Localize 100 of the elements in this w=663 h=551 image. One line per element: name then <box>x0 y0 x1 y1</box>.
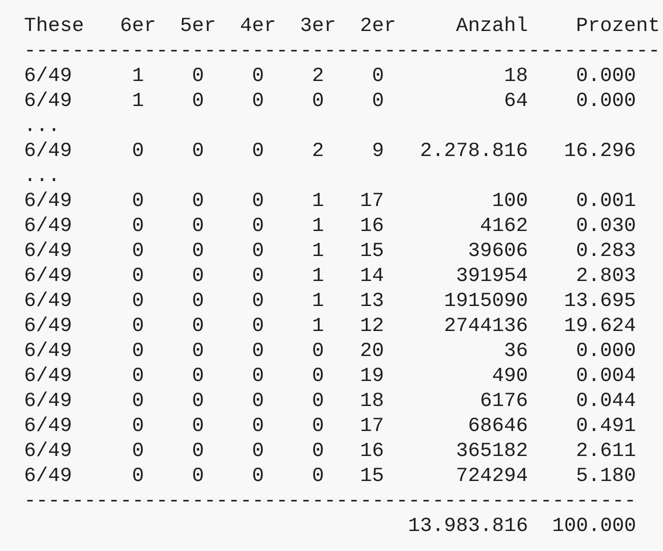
table-cell-text: 6/49 <box>24 389 74 414</box>
table-cell-text: 0 <box>190 64 204 89</box>
table-cell-text: 1 <box>310 189 324 214</box>
table-cell-text: 0 <box>370 89 384 114</box>
table-cell-text: 0 <box>190 364 204 389</box>
table-cell-text: 6/49 <box>24 264 74 289</box>
table-cell-text: 1 <box>310 239 324 264</box>
table-cell-text: 0.004 <box>575 364 636 389</box>
table-cell-text: 16 <box>358 214 384 239</box>
table-cell-text: 0 <box>310 389 324 414</box>
table-cell-text: 0 <box>130 339 144 364</box>
table-cell-text: 15 <box>358 239 384 264</box>
table-cell-text: 0 <box>250 289 264 314</box>
table-cell-text: 6/49 <box>24 289 74 314</box>
table-cell-text: 0.000 <box>575 64 636 89</box>
table-cell-text: 1 <box>310 264 324 289</box>
table-cell-text: 0 <box>190 89 204 114</box>
table-cell-text: 17 <box>358 189 384 214</box>
column-header: 2er <box>358 14 396 39</box>
table-cell-text: 0.001 <box>575 189 636 214</box>
column-header: Prozent <box>575 14 660 39</box>
table-cell-text: 1 <box>130 64 144 89</box>
column-header: These <box>24 14 84 39</box>
table-cell-text: 18 <box>358 389 384 414</box>
table-cell-text: 0 <box>130 314 144 339</box>
total-cell-text: 100.000 <box>551 514 636 539</box>
table-cell-text: 1 <box>310 214 324 239</box>
table-cell-text: 39606 <box>467 239 528 264</box>
table-cell-text: 6/49 <box>24 189 74 214</box>
table-cell-text: 1 <box>310 289 324 314</box>
table-cell-text: 100 <box>491 189 528 214</box>
table-cell-text: 0 <box>130 389 144 414</box>
table-cell-text: 1915090 <box>443 289 528 314</box>
table-cell-text: 6/49 <box>24 339 74 364</box>
table-cell-text: 0 <box>130 289 144 314</box>
table-cell-text: 0 <box>190 264 204 289</box>
table-cell-text: 6176 <box>479 389 528 414</box>
table-cell-text: 19 <box>358 364 384 389</box>
table-cell-text: 0 <box>130 239 144 264</box>
table-cell-text: 0 <box>250 214 264 239</box>
table-cell-text: 391954 <box>455 264 528 289</box>
table-cell-text: 6/49 <box>24 464 74 489</box>
table-cell-text: 0 <box>250 414 264 439</box>
table-cell-text: 0 <box>190 139 204 164</box>
table-cell-text: 13.695 <box>563 289 636 314</box>
table-cell-text: 0 <box>310 339 324 364</box>
table-cell-text: 0 <box>370 64 384 89</box>
table-cell-text: 68646 <box>467 414 528 439</box>
table-cell-text: 0 <box>250 314 264 339</box>
table-cell-text: 6/49 <box>24 64 74 89</box>
column-header: 3er <box>298 14 336 39</box>
table-cell-text: 0 <box>130 189 144 214</box>
table-cell-text: 0 <box>250 64 264 89</box>
table-cell-text: 0 <box>190 289 204 314</box>
table-cell-text: 0 <box>130 139 144 164</box>
table-cell-text: 6/49 <box>24 439 74 464</box>
table-cell-text: 16 <box>358 439 384 464</box>
ellipsis-text: ... <box>24 164 60 189</box>
table-cell-text: 0 <box>310 464 324 489</box>
table-cell-text: 15 <box>358 464 384 489</box>
table-cell-text: 0 <box>190 239 204 264</box>
table-cell-text: 13 <box>358 289 384 314</box>
table-cell-text: 0 <box>250 139 264 164</box>
table-cell-text: 0 <box>130 264 144 289</box>
table-cell-text: 0 <box>310 439 324 464</box>
table-cell-text: 6/49 <box>24 139 74 164</box>
table-cell-text: 20 <box>358 339 384 364</box>
table-cell-text: 6/49 <box>24 214 74 239</box>
table-cell-text: 0 <box>190 339 204 364</box>
table-cell-text: 2744136 <box>443 314 528 339</box>
table-cell-text: 5.180 <box>575 464 636 489</box>
table-cell-text: 0 <box>310 414 324 439</box>
column-header: 5er <box>178 14 216 39</box>
table-cell-text: 0.283 <box>575 239 636 264</box>
table-cell-text: 2.803 <box>575 264 636 289</box>
table-cell-text: 0 <box>310 364 324 389</box>
dashed-rule: ----------------------------------------------------- <box>24 39 660 64</box>
total-cell-text: 13.983.816 <box>407 514 528 539</box>
table-cell-text: 0 <box>250 239 264 264</box>
table-cell-text: 0.000 <box>575 89 636 114</box>
table-cell-text: 2 <box>310 139 324 164</box>
table-cell-text: 6/49 <box>24 314 74 339</box>
table-cell-text: 0 <box>130 414 144 439</box>
table-cell-text: 0 <box>130 464 144 489</box>
table-cell-text: 0 <box>250 189 264 214</box>
table-cell-text: 36 <box>503 339 528 364</box>
table-cell-text: 0 <box>130 364 144 389</box>
table-cell-text: 0.030 <box>575 214 636 239</box>
table-cell-text: 6/49 <box>24 89 74 114</box>
table-cell-text: 1 <box>310 314 324 339</box>
table-cell-text: 0 <box>190 414 204 439</box>
table-cell-text: 0 <box>190 214 204 239</box>
table-cell-text: 365182 <box>455 439 528 464</box>
ellipsis-text: ... <box>24 114 60 139</box>
table-cell-text: 0 <box>190 389 204 414</box>
table-cell-text: 9 <box>370 139 384 164</box>
table-cell-text: 2.611 <box>575 439 636 464</box>
table-cell-text: 0.491 <box>575 414 636 439</box>
table-cell-text: 6/49 <box>24 364 74 389</box>
table-cell-text: 0 <box>310 89 324 114</box>
